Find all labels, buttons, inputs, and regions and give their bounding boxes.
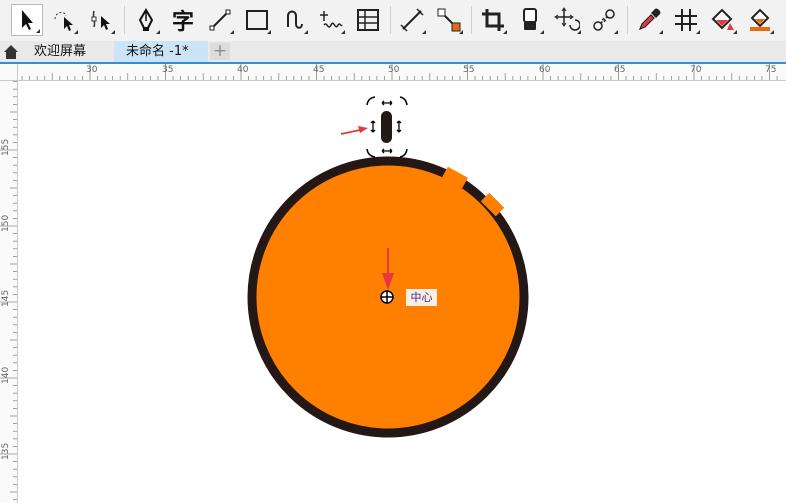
transform-tool[interactable] [551, 4, 583, 36]
tab-welcome-label: 欢迎屏幕 [34, 44, 87, 59]
ruler-label: 50 [388, 65, 400, 75]
table-tool[interactable] [352, 4, 384, 36]
ruler-origin-corner[interactable] [0, 64, 18, 81]
smart-fill-tool[interactable] [744, 4, 776, 36]
blend-tool[interactable] [588, 4, 620, 36]
ruler-label: 150 [1, 214, 11, 232]
home-icon[interactable] [2, 43, 20, 60]
ruler-label: 35 [162, 65, 174, 75]
guideline-tool[interactable] [670, 4, 702, 36]
center-snap-label: 中心 [406, 289, 437, 306]
dimension-tool[interactable] [396, 4, 428, 36]
ruler-label: 55 [463, 65, 475, 75]
line-tool[interactable] [204, 4, 236, 36]
ruler-label: 40 [237, 65, 249, 75]
ruler-label: 30 [86, 65, 98, 75]
ruler-label: 155 [1, 138, 11, 156]
spiral-tool[interactable] [278, 4, 310, 36]
text-tool-icon: 字 [171, 10, 194, 35]
ruler-label: 60 [539, 65, 551, 75]
fill-tool[interactable] [707, 4, 739, 36]
eraser-tool[interactable] [514, 4, 546, 36]
vertical-ruler[interactable]: 155 150 145 140 135 [0, 64, 18, 503]
table-tool-icon [357, 9, 379, 31]
rectangle-tool[interactable] [241, 4, 273, 36]
ruler-label: 140 [1, 366, 11, 384]
ruler-label: 65 [614, 65, 626, 75]
freehand-pick-tool[interactable] [48, 4, 80, 36]
tab-document[interactable]: 未命名 -1* [114, 41, 208, 62]
eyedropper-tool[interactable] [633, 4, 665, 36]
bezier-tool[interactable] [315, 4, 347, 36]
ruler-label: 135 [1, 442, 11, 460]
shape-tool[interactable] [85, 4, 117, 36]
tab-welcome-screen[interactable]: 欢迎屏幕 [22, 41, 112, 62]
horizontal-ruler-ticks [21, 64, 778, 80]
ruler-label: 70 [690, 65, 702, 75]
ruler-label: 145 [1, 289, 11, 307]
pick-tool[interactable] [11, 4, 43, 36]
drawing-canvas[interactable] [18, 81, 786, 503]
horizontal-ruler[interactable]: 30 35 40 45 50 55 60 65 70 75 [18, 64, 786, 81]
add-tab-button[interactable]: + [210, 43, 230, 60]
crop-tool[interactable] [477, 4, 509, 36]
document-tab-bar: 欢迎屏幕 未命名 -1* + [0, 41, 786, 62]
text-tool[interactable]: 字 [167, 4, 199, 36]
ruler-label: 75 [765, 65, 777, 75]
tab-document-label: 未命名 -1* [126, 44, 189, 59]
toolbox: 字 [0, 0, 786, 42]
connector-tool[interactable] [433, 4, 465, 36]
ruler-label: 45 [313, 65, 325, 75]
pen-tool[interactable] [130, 4, 162, 36]
